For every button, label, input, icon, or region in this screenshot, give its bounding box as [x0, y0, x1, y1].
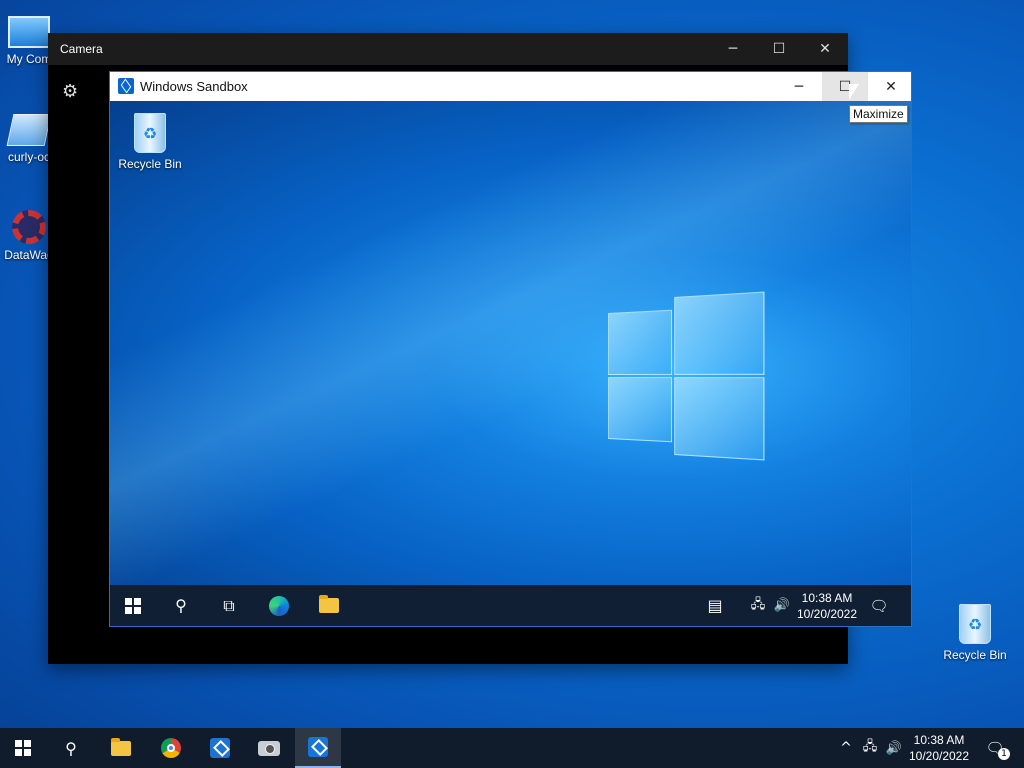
computer-icon: [8, 16, 50, 48]
notification-count-badge: 1: [998, 748, 1010, 760]
sandbox-news-button[interactable]: ▤: [692, 585, 738, 626]
news-icon: ▤: [707, 596, 723, 615]
camera-maximize-button[interactable]: ☐: [756, 33, 802, 65]
start-button[interactable]: [0, 728, 46, 768]
taskbar-windows-sandbox-pinned[interactable]: [197, 728, 243, 768]
task-view-icon: ⧉: [223, 595, 235, 615]
app-shortcut-icon: [12, 210, 46, 244]
windows-logo-wallpaper: [608, 291, 765, 461]
chrome-icon: [161, 738, 181, 758]
camera-close-button[interactable]: ✕: [802, 33, 848, 65]
windows-start-icon: [15, 740, 31, 756]
camera-titlebar[interactable]: Camera ─ ☐ ✕: [48, 33, 848, 65]
maximize-tooltip: Maximize: [849, 105, 908, 123]
taskbar-chrome[interactable]: [148, 728, 194, 768]
sandbox-icon: [210, 738, 230, 758]
search-icon: ⚲: [65, 738, 77, 758]
sandbox-clock-date: 10/20/2022: [796, 606, 858, 621]
desktop-icon-label: Recycle Bin: [943, 648, 1007, 662]
search-icon: ⚲: [175, 596, 187, 615]
sandbox-desktop-icon-recycle-bin[interactable]: Recycle Bin: [111, 109, 189, 171]
sandbox-close-button[interactable]: ✕: [868, 72, 914, 101]
folder-icon: [319, 595, 339, 613]
taskbar-windows-sandbox-active[interactable]: [295, 728, 341, 768]
host-taskbar[interactable]: ⚲ ^ 🖧 🔊 10:38 AM 10/20/2022 🗨 1: [0, 728, 1024, 768]
sandbox-taskbar[interactable]: ⚲ ⧉ ▤ 🖧 🔊 10:38 AM 10/20/2022 🗨: [110, 585, 911, 626]
recycle-bin-icon: [959, 604, 991, 644]
camera-window-title: Camera: [60, 42, 103, 56]
recycle-bin-icon: [134, 113, 166, 153]
sandbox-clock-time: 10:38 AM: [801, 590, 853, 605]
sandbox-titlebar[interactable]: Windows Sandbox ─ ☐ ✕: [110, 72, 911, 101]
action-center-button[interactable]: 🗨 1: [972, 728, 1018, 768]
folder-icon: [111, 737, 131, 756]
sandbox-clock[interactable]: 10:38 AM 10/20/2022: [796, 585, 858, 626]
sandbox-icon: [308, 737, 328, 757]
volume-icon: 🔊: [773, 598, 791, 613]
host-clock-date: 10/20/2022: [908, 749, 970, 763]
host-clock-time: 10:38 AM: [913, 733, 965, 747]
sandbox-search-button[interactable]: ⚲: [158, 585, 204, 626]
chevron-up-icon: ^: [840, 740, 852, 756]
mouse-cursor-icon: [849, 84, 859, 100]
sandbox-minimize-button[interactable]: ─: [776, 72, 822, 101]
windows-start-icon: [125, 597, 141, 614]
book-icon: [6, 114, 52, 146]
volume-icon: 🔊: [885, 740, 903, 756]
desktop-icon-label: Recycle Bin: [118, 157, 182, 171]
sandbox-maximize-button[interactable]: ☐: [822, 72, 868, 101]
sandbox-start-button[interactable]: [110, 585, 156, 626]
taskbar-camera[interactable]: [246, 728, 292, 768]
sandbox-action-center-button[interactable]: 🗨: [856, 585, 902, 626]
sandbox-app-icon: [118, 78, 134, 94]
notification-icon: 🗨: [869, 596, 889, 615]
sandbox-taskbar-file-explorer[interactable]: [306, 585, 352, 626]
sandbox-desktop[interactable]: Recycle Bin: [110, 101, 911, 586]
desktop-icon-recycle-bin[interactable]: Recycle Bin: [936, 600, 1014, 662]
camera-minimize-button[interactable]: ─: [710, 33, 756, 65]
sandbox-taskbar-edge[interactable]: [256, 585, 302, 626]
sandbox-window-title: Windows Sandbox: [140, 79, 248, 94]
taskbar-file-explorer[interactable]: [98, 728, 144, 768]
sandbox-window[interactable]: Windows Sandbox ─ ☐ ✕ Recycle Bin ⚲ ⧉: [109, 71, 912, 627]
settings-gear-icon[interactable]: ⚙: [62, 81, 78, 102]
search-button[interactable]: ⚲: [48, 728, 94, 768]
sandbox-task-view-button[interactable]: ⧉: [206, 585, 252, 626]
host-clock[interactable]: 10:38 AM 10/20/2022: [906, 728, 972, 768]
camera-icon: [258, 740, 280, 756]
edge-icon: [269, 595, 289, 616]
